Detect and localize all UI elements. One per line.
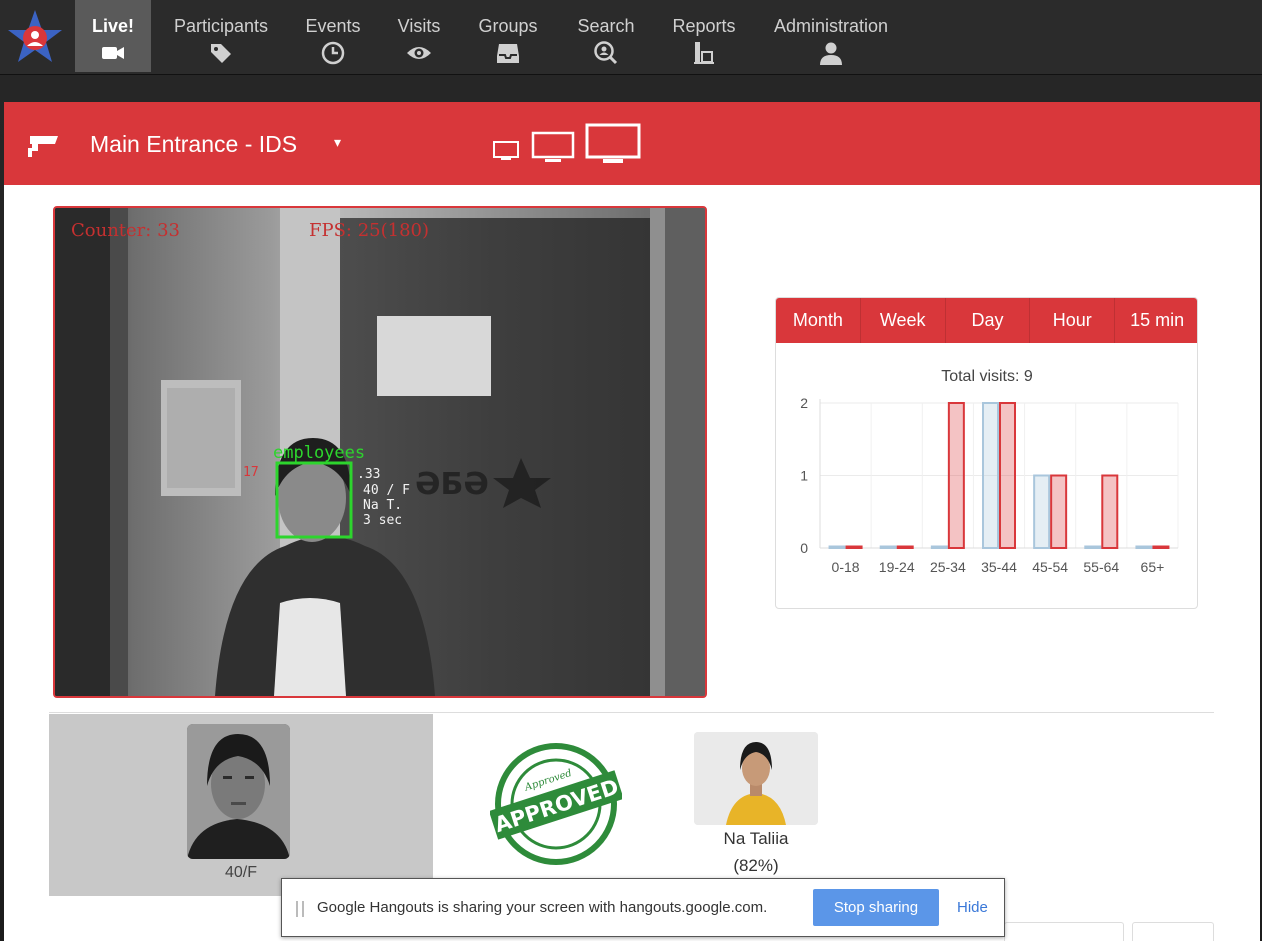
nav-item-label: Groups [478,16,538,36]
chart-bar [1135,545,1153,549]
chart-bar [845,545,863,549]
camera-dropdown-caret-icon[interactable]: ▾ [334,134,341,151]
chart-bar [947,402,965,549]
nav-item-reports[interactable]: Reports [664,0,744,72]
nav-item-participants[interactable]: Participants [166,0,276,72]
partial-button[interactable] [1132,922,1214,941]
tab-day[interactable]: Day [946,298,1031,343]
fps-readout: FPS: 25(180) [309,220,429,241]
chart-bar [828,545,846,549]
stop-sharing-button[interactable]: Stop sharing [813,889,939,926]
chart-bar [1084,545,1102,549]
svg-text:ƏБƏ: ƏБƏ [415,467,489,502]
chart-bar [1033,474,1051,549]
camera-header: Main Entrance - IDS ▾ [4,102,1260,185]
live-video-feed[interactable]: ƏБƏ employees 17 .33 40 / F Na T. 3 sec … [53,206,707,698]
chart-bar [1050,474,1068,549]
chart-bar [1101,474,1119,549]
nav-item-label: Search [577,16,635,36]
match-confidence: (82%) [733,856,779,875]
nav-item-label: Live! [91,16,134,36]
security-camera-icon [28,136,58,157]
nav-item-administration[interactable]: Administration [766,0,896,72]
nav-item-label: Visits [397,16,441,36]
chart-bar [879,545,897,549]
tab-hour[interactable]: Hour [1030,298,1116,343]
chart-bar [1152,545,1170,549]
app-logo-icon[interactable] [6,8,64,66]
nav-item-label: Administration [773,16,889,36]
user-icon [820,42,842,65]
inbox-icon [497,44,519,63]
visits-bar-chart: Total visits: 9 0 1 2 0-18 19-24 25-34 35-44 45-… [800,368,1179,575]
frame-counter: Counter: 33 [71,220,180,241]
tab-15-min[interactable]: 15 min [1115,298,1197,343]
view-size-small-icon[interactable] [492,140,520,162]
x-tick-label: 0-18 [832,559,860,575]
x-tick-label: 65+ [1141,559,1165,575]
x-tick-label: 19-24 [879,559,915,575]
nav-item-search[interactable]: Search [570,0,642,72]
detected-face-panel: 40/F [49,714,433,896]
track-line: .33 [357,467,380,482]
approved-stamp-icon: APPROVED Approved [490,743,622,865]
nav-item-label: Reports [672,16,736,36]
drag-handle-icon[interactable] [296,901,304,917]
nav-item-visits[interactable]: Visits [388,0,450,72]
nav-item-groups[interactable]: Groups [470,0,546,72]
y-tick-label: 2 [800,395,808,411]
video-frame: ƏБƏ employees 17 .33 40 / F Na T. 3 sec … [55,208,705,696]
detected-face-thumbnail[interactable] [187,724,290,859]
camera-selector[interactable]: Main Entrance - IDS [90,130,297,158]
screen-share-notification: Google Hangouts is sharing your screen w… [281,878,1005,937]
nav-item-events[interactable]: Events [296,0,370,72]
report-icon [694,42,714,64]
tab-month[interactable]: Month [776,298,861,343]
live-panel: Main Entrance - IDS ▾ ƏБƏ employees 17 .… [4,102,1260,941]
chart-title: Total visits: 9 [941,368,1033,385]
group-label: employees [273,443,365,463]
x-tick-label: 45-54 [1032,559,1068,575]
view-size-medium-icon[interactable] [531,131,575,164]
track-line: Na T. [363,498,402,513]
nav-item-live[interactable]: Live! [75,0,151,72]
x-tick-label: 25-34 [930,559,966,575]
matched-participant-name[interactable]: Na Taliia [654,829,858,849]
chart-bar [999,402,1016,549]
tab-week[interactable]: Week [861,298,946,343]
matched-participant-photo[interactable] [694,732,818,825]
face-image [187,724,290,859]
x-tick-label: 35-44 [981,559,1017,575]
chart-bar [982,402,999,549]
track-line: 3 sec [363,513,402,528]
search-face-icon [594,41,618,65]
video-camera-icon [102,47,124,59]
section-divider [49,712,1214,713]
top-navigation: Live! Participants Events Visits Groups [0,0,1262,75]
view-size-large-icon[interactable] [585,123,641,165]
partial-input-field[interactable] [1004,922,1124,941]
clock-icon [321,41,345,65]
visits-chart-card: Month Week Day Hour 15 min Total visits:… [775,297,1198,609]
nav-item-label: Events [305,16,361,36]
tags-icon [211,44,231,63]
y-tick-label: 1 [800,468,808,484]
nav-item-label: Participants [173,16,269,36]
y-tick-label: 0 [800,540,808,556]
hide-link[interactable]: Hide [957,899,988,916]
participant-image [694,732,818,825]
period-tabs: Month Week Day Hour 15 min [776,298,1197,343]
eye-icon [407,47,431,59]
chart-bar [896,545,914,549]
share-message: Google Hangouts is sharing your screen w… [317,899,768,916]
chart-bar [930,545,948,549]
track-line: 40 / F [363,483,410,498]
x-tick-label: 55-64 [1083,559,1119,575]
track-id: 17 [243,465,259,480]
